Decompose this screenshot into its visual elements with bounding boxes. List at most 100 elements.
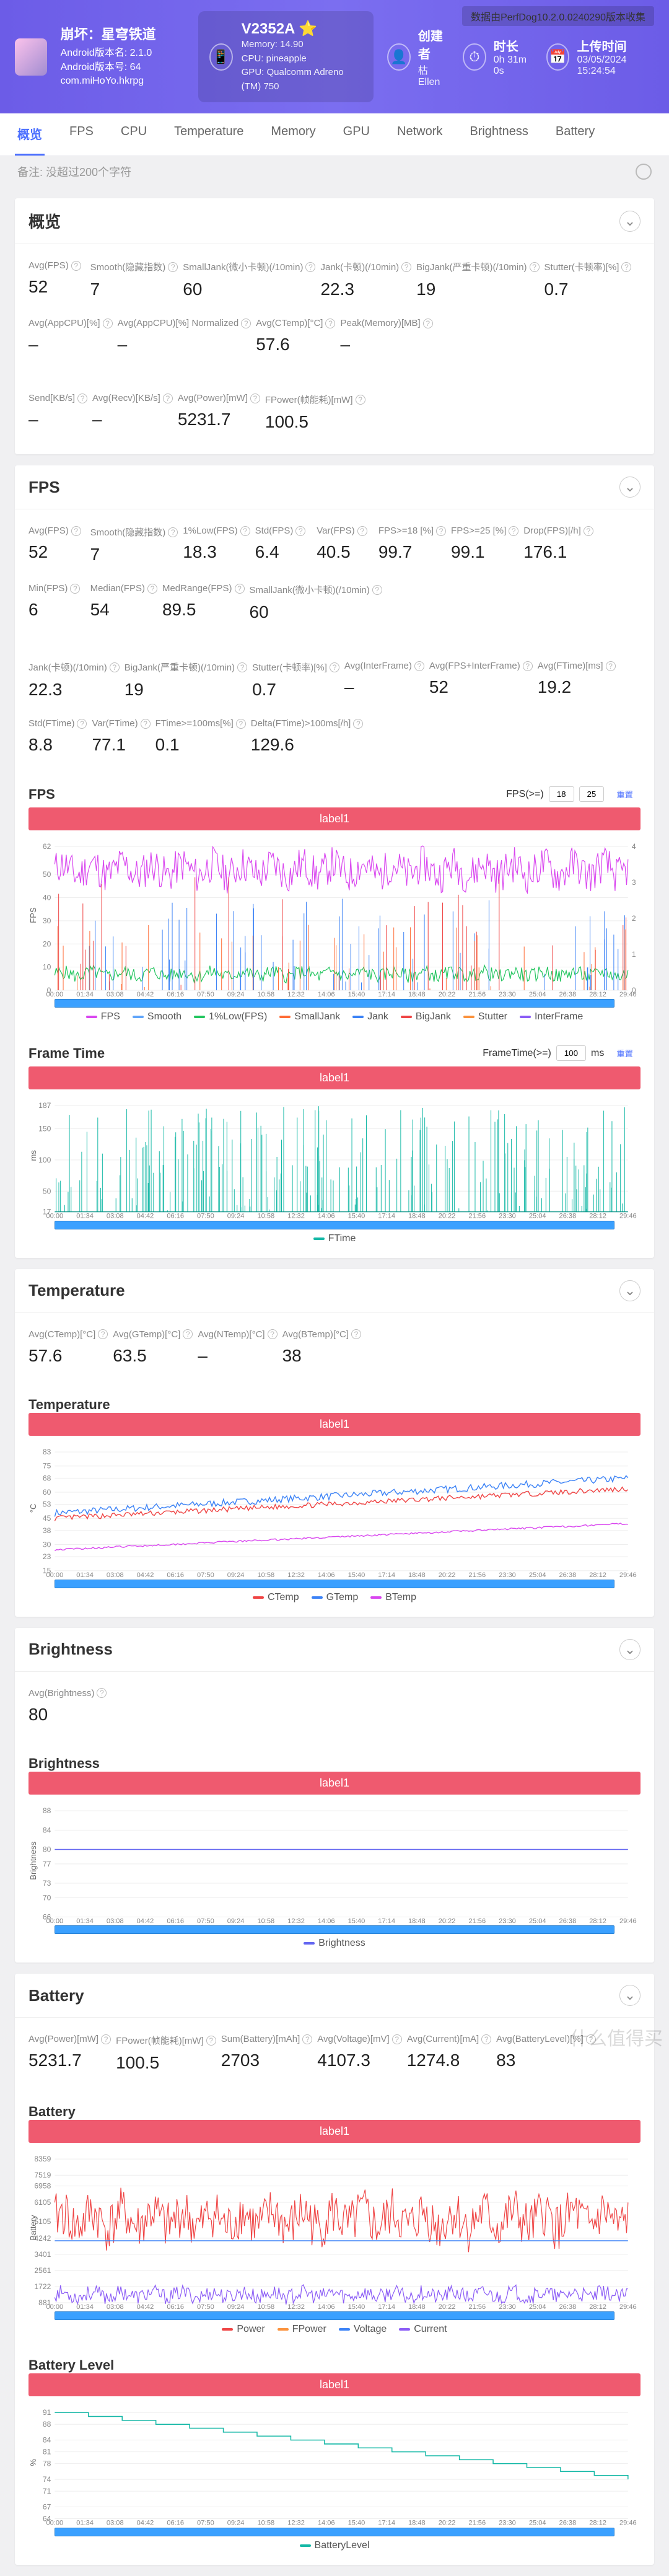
battery-chart[interactable]: 8811722256134014242510561056958751983590… bbox=[28, 2147, 641, 2309]
svg-text:07:50: 07:50 bbox=[197, 2520, 214, 2525]
svg-text:00:00: 00:00 bbox=[46, 1572, 64, 1577]
tab-temperature[interactable]: Temperature bbox=[172, 113, 246, 156]
time-scrubber[interactable] bbox=[55, 1925, 614, 1934]
svg-text:77: 77 bbox=[43, 1859, 51, 1868]
legend-item[interactable]: BatteryLevel bbox=[300, 2540, 370, 2551]
svg-text:00:00: 00:00 bbox=[46, 1213, 63, 1218]
svg-text:06:16: 06:16 bbox=[167, 1213, 184, 1218]
legend-item[interactable]: Power bbox=[222, 2324, 265, 2335]
ftime-input[interactable]: 100 bbox=[556, 1045, 586, 1061]
svg-text:2561: 2561 bbox=[34, 2266, 51, 2275]
stat: Avg(CTemp)[°C]?57.6 bbox=[253, 312, 338, 367]
legend-item[interactable]: FPS bbox=[86, 1011, 120, 1022]
tab-battery[interactable]: Battery bbox=[553, 113, 597, 156]
chevron-down-icon[interactable]: ⌄ bbox=[619, 1639, 641, 1660]
duration-title: 时长 bbox=[494, 37, 533, 55]
battery-level-chart[interactable]: 64677174788184889100:0001:3403:0804:4206… bbox=[28, 2400, 641, 2525]
svg-text:01:34: 01:34 bbox=[76, 2520, 94, 2525]
svg-text:10:58: 10:58 bbox=[257, 1213, 274, 1218]
svg-text:00:00: 00:00 bbox=[46, 991, 63, 996]
fps-chart[interactable]: 01020304050620123400:0001:3403:0804:4206… bbox=[28, 834, 641, 996]
stat: Median(FPS)?54 bbox=[88, 577, 160, 635]
svg-text:10:58: 10:58 bbox=[257, 2303, 274, 2309]
chevron-down-icon[interactable]: ⌄ bbox=[619, 1280, 641, 1301]
fps-filter-label: FPS(>=) bbox=[506, 789, 543, 800]
legend-item[interactable]: GTemp bbox=[312, 1592, 359, 1603]
legend-item[interactable]: Smooth bbox=[133, 1011, 181, 1022]
legend-item[interactable]: BigJank bbox=[401, 1011, 451, 1022]
time-scrubber[interactable] bbox=[55, 2311, 614, 2320]
frametime-chart[interactable]: 175010015018700:0001:3403:0804:4206:1607… bbox=[28, 1093, 641, 1218]
tab-brightness[interactable]: Brightness bbox=[467, 113, 531, 156]
legend-item[interactable]: Brightness bbox=[304, 1938, 365, 1949]
svg-text:28:12: 28:12 bbox=[589, 2303, 606, 2309]
time-scrubber[interactable] bbox=[55, 999, 614, 1008]
legend-item[interactable]: Stutter bbox=[463, 1011, 507, 1022]
svg-text:18:48: 18:48 bbox=[408, 1917, 426, 1923]
time-scrubber[interactable] bbox=[55, 1221, 614, 1229]
legend-item[interactable]: FPower bbox=[278, 2324, 326, 2335]
time-scrubber[interactable] bbox=[55, 2528, 614, 2536]
legend-item[interactable]: CTemp bbox=[253, 1592, 299, 1603]
upload-value: 03/05/2024 15:24:54 bbox=[577, 55, 654, 77]
device-block: 📱 V2352A ⭐ Memory: 14.90 CPU: pineapple … bbox=[198, 11, 374, 102]
svg-text:20:22: 20:22 bbox=[439, 1213, 456, 1218]
tab-gpu[interactable]: GPU bbox=[341, 113, 372, 156]
chevron-down-icon[interactable]: ⌄ bbox=[619, 477, 641, 498]
card-title: Temperature bbox=[28, 1281, 125, 1300]
tab-memory[interactable]: Memory bbox=[268, 113, 318, 156]
svg-text:09:24: 09:24 bbox=[227, 1917, 245, 1923]
svg-text:17:14: 17:14 bbox=[378, 991, 395, 996]
svg-text:23:30: 23:30 bbox=[499, 2520, 516, 2525]
svg-text:29:46: 29:46 bbox=[619, 2303, 637, 2309]
ftime-reset[interactable]: 重置 bbox=[609, 1045, 641, 1062]
svg-text:25:04: 25:04 bbox=[529, 1917, 546, 1923]
stat: Avg(BTemp)[°C]?38 bbox=[280, 1323, 364, 1378]
legend-item[interactable]: SmallJank bbox=[279, 1011, 340, 1022]
card-fps: FPS⌄ Avg(FPS)?52Smooth(隐藏指数)?71%Low(FPS)… bbox=[15, 465, 654, 1258]
svg-text:60: 60 bbox=[43, 1488, 51, 1497]
svg-text:91: 91 bbox=[43, 2408, 51, 2417]
time-scrubber[interactable] bbox=[55, 1580, 614, 1588]
chevron-down-icon[interactable]: ⌄ bbox=[619, 1985, 641, 2006]
svg-text:68: 68 bbox=[43, 1474, 51, 1482]
svg-text:06:16: 06:16 bbox=[167, 1572, 184, 1577]
svg-text:29:46: 29:46 bbox=[619, 991, 637, 996]
tab-cpu[interactable]: CPU bbox=[118, 113, 149, 156]
fps-threshold-18[interactable]: 18 bbox=[549, 786, 574, 802]
svg-text:04:42: 04:42 bbox=[137, 1572, 154, 1577]
legend-item[interactable]: Jank bbox=[352, 1011, 388, 1022]
legend-item[interactable]: Current bbox=[399, 2324, 447, 2335]
legend-item[interactable]: Voltage bbox=[339, 2324, 387, 2335]
svg-text:Battery: Battery bbox=[28, 2215, 38, 2241]
svg-text:01:34: 01:34 bbox=[76, 1572, 94, 1577]
legend-item[interactable]: BTemp bbox=[370, 1592, 416, 1603]
tab-network[interactable]: Network bbox=[395, 113, 445, 156]
svg-text:29:46: 29:46 bbox=[619, 2520, 637, 2525]
tab-概览[interactable]: 概览 bbox=[15, 113, 45, 156]
temperature-chart[interactable]: 1523303845536068758300:0001:3403:0804:42… bbox=[28, 1440, 641, 1577]
svg-text:80: 80 bbox=[43, 1845, 51, 1853]
fps-threshold-25[interactable]: 25 bbox=[579, 786, 605, 802]
stat: Var(FPS)?40.5 bbox=[314, 519, 376, 577]
svg-text:14:06: 14:06 bbox=[318, 2303, 335, 2309]
svg-text:26:38: 26:38 bbox=[559, 1572, 577, 1577]
legend-item[interactable]: InterFrame bbox=[520, 1011, 583, 1022]
stat: Sum(Battery)[mAh]?2703 bbox=[219, 2028, 315, 2085]
tab-fps[interactable]: FPS bbox=[67, 113, 96, 156]
svg-text:18:48: 18:48 bbox=[408, 1213, 426, 1218]
legend-item[interactable]: 1%Low(FPS) bbox=[194, 1011, 267, 1022]
svg-text:01:34: 01:34 bbox=[76, 991, 94, 996]
svg-text:07:50: 07:50 bbox=[197, 1213, 214, 1218]
legend-item[interactable]: FTime bbox=[313, 1233, 356, 1244]
chevron-down-icon[interactable]: ⌄ bbox=[619, 211, 641, 232]
chart-banner: label1 bbox=[28, 2120, 641, 2143]
svg-text:06:16: 06:16 bbox=[167, 2303, 184, 2309]
svg-text:23:30: 23:30 bbox=[499, 2303, 516, 2309]
brightness-chart[interactable]: 6670737780848800:0001:3403:0804:4206:160… bbox=[28, 1798, 641, 1923]
stat: BigJank(严重卡顿)(/10min)?19 bbox=[414, 254, 541, 312]
svg-text:20:22: 20:22 bbox=[439, 2520, 456, 2525]
svg-text:15:40: 15:40 bbox=[348, 2303, 365, 2309]
gear-icon[interactable] bbox=[636, 164, 652, 180]
fps-reset[interactable]: 重置 bbox=[609, 786, 641, 802]
